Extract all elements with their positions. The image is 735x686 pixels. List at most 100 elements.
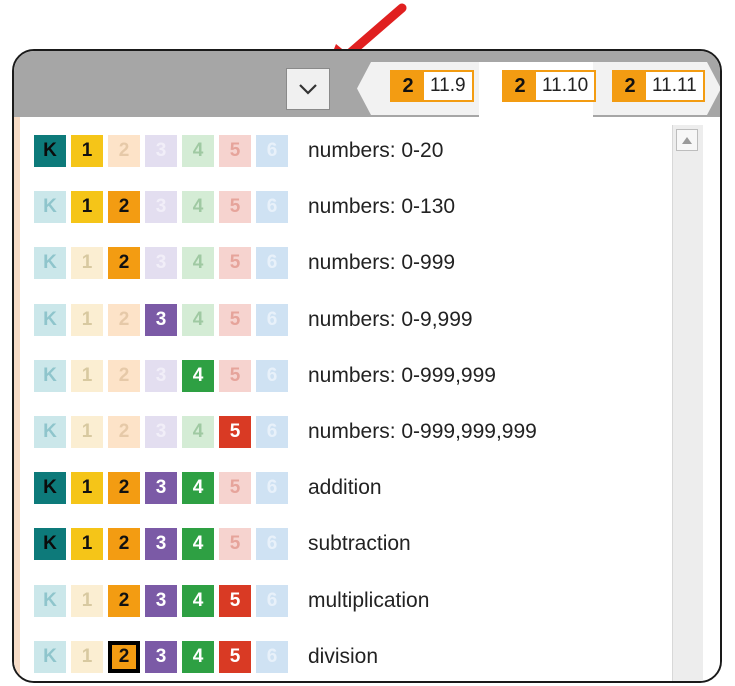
topic-label: division <box>308 645 379 668</box>
chip-grade: 2 <box>504 72 536 100</box>
grade-badge-2: 2 <box>108 641 140 673</box>
grade-badge-3: 3 <box>145 585 177 617</box>
grade-badge-3: 3 <box>145 247 177 279</box>
left-edge-stripe <box>14 117 20 681</box>
list-item[interactable]: K 1 2 3 4 5 6 subtraction <box>34 526 411 562</box>
grade-badge-k: K <box>34 135 66 167</box>
grade-badge-6: 6 <box>256 416 288 448</box>
list-item[interactable]: K 1 2 3 4 5 6 numbers: 0-20 <box>34 133 443 169</box>
dropdown-panel: 2 11.9 2 11.10 2 11.11 K 1 2 3 4 5 6 numbers: 0-20 K 1… <box>12 49 722 683</box>
topic-label: numbers: 0-999,999 <box>308 364 496 387</box>
grade-badge-3: 3 <box>145 416 177 448</box>
topic-label: numbers: 0-20 <box>308 139 444 162</box>
grade-badge-k: K <box>34 304 66 336</box>
grade-badges: K123456 <box>34 191 293 223</box>
grade-badges: K123456 <box>34 641 293 673</box>
chip-grade: 2 <box>392 72 424 100</box>
chip-label: 11.11 <box>652 75 697 96</box>
topic-label: addition <box>308 476 382 499</box>
grade-badge-5: 5 <box>219 528 251 560</box>
grade-badge-1: 1 <box>71 585 103 617</box>
grade-badge-6: 6 <box>256 528 288 560</box>
topic-label: subtraction <box>308 532 411 555</box>
list-item[interactable]: K 1 2 3 4 5 6 numbers: 0-999 <box>34 245 455 281</box>
grade-badge-5: 5 <box>219 304 251 336</box>
grade-badge-3: 3 <box>145 135 177 167</box>
grade-badges: K123456 <box>34 585 293 617</box>
grade-badge-2: 2 <box>108 191 140 223</box>
scroll-up-button[interactable] <box>676 129 698 151</box>
grade-badge-2: 2 <box>108 416 140 448</box>
list-item[interactable]: K 1 2 3 4 5 6 numbers: 0-999,999,999 <box>34 414 537 450</box>
grade-badge-4: 4 <box>182 585 214 617</box>
grade-badges: K123456 <box>34 304 293 336</box>
grade-badge-5: 5 <box>219 191 251 223</box>
grade-badge-2: 2 <box>108 304 140 336</box>
list-item[interactable]: K 1 2 3 4 5 6 division <box>34 639 378 675</box>
list-item[interactable]: K 1 2 3 4 5 6 numbers: 0-130 <box>34 189 455 225</box>
grade-badge-2: 2 <box>108 585 140 617</box>
section-chip[interactable]: 2 11.11 <box>612 70 705 102</box>
grade-badge-5: 5 <box>219 247 251 279</box>
toolbar: 2 11.9 2 11.10 2 11.11 <box>14 51 720 118</box>
grade-badge-3: 3 <box>145 528 177 560</box>
dropdown-toggle-button[interactable] <box>286 68 330 110</box>
grade-badge-6: 6 <box>256 135 288 167</box>
grade-badges: K123456 <box>34 360 293 392</box>
grade-badge-k: K <box>34 191 66 223</box>
grade-badge-1: 1 <box>71 135 103 167</box>
grade-badges: K123456 <box>34 135 293 167</box>
list-item[interactable]: K 1 2 3 4 5 6 numbers: 0-9,999 <box>34 302 473 338</box>
grade-badge-2: 2 <box>108 247 140 279</box>
grade-badge-1: 1 <box>71 416 103 448</box>
grade-badge-k: K <box>34 641 66 673</box>
grade-badge-5: 5 <box>219 585 251 617</box>
grade-badge-k: K <box>34 472 66 504</box>
topic-list: K 1 2 3 4 5 6 numbers: 0-20 K 1 2 3 4 5 6 numbers: 0-13… <box>14 117 720 681</box>
grade-badge-4: 4 <box>182 641 214 673</box>
chip-label: 11.10 <box>542 75 589 96</box>
grade-badge-6: 6 <box>256 641 288 673</box>
grade-badge-k: K <box>34 416 66 448</box>
grade-badge-6: 6 <box>256 191 288 223</box>
grade-badge-6: 6 <box>256 360 288 392</box>
section-chip[interactable]: 2 11.10 <box>502 70 597 102</box>
chevron-down-icon <box>299 84 317 95</box>
grade-badge-4: 4 <box>182 304 214 336</box>
grade-badges: K123456 <box>34 247 293 279</box>
grade-badge-4: 4 <box>182 360 214 392</box>
grade-badge-1: 1 <box>71 191 103 223</box>
topic-label: numbers: 0-9,999 <box>308 308 473 331</box>
grade-badge-3: 3 <box>145 191 177 223</box>
list-item[interactable]: K 1 2 3 4 5 6 multiplication <box>34 583 429 619</box>
topic-label: multiplication <box>308 589 430 612</box>
grade-badges: K123456 <box>34 416 293 448</box>
grade-badge-6: 6 <box>256 304 288 336</box>
list-item[interactable]: K 1 2 3 4 5 6 addition <box>34 470 382 506</box>
grade-badge-4: 4 <box>182 472 214 504</box>
grade-badge-2: 2 <box>108 528 140 560</box>
grade-badge-4: 4 <box>182 528 214 560</box>
grade-badge-5: 5 <box>219 135 251 167</box>
chip-grade: 2 <box>614 72 646 100</box>
topic-label: numbers: 0-130 <box>308 195 456 218</box>
chip-label: 11.9 <box>430 75 466 96</box>
grade-badge-1: 1 <box>71 304 103 336</box>
grade-badge-4: 4 <box>182 135 214 167</box>
grade-badge-k: K <box>34 528 66 560</box>
grade-badge-3: 3 <box>145 304 177 336</box>
grade-badge-3: 3 <box>145 641 177 673</box>
grade-badge-6: 6 <box>256 247 288 279</box>
grade-badge-5: 5 <box>219 472 251 504</box>
scrollbar-track[interactable] <box>672 125 703 681</box>
grade-badge-1: 1 <box>71 247 103 279</box>
grade-badge-k: K <box>34 360 66 392</box>
grade-badge-6: 6 <box>256 472 288 504</box>
grade-badge-2: 2 <box>108 472 140 504</box>
grade-badge-5: 5 <box>219 416 251 448</box>
section-chip[interactable]: 2 11.9 <box>390 70 474 102</box>
grade-badge-4: 4 <box>182 191 214 223</box>
list-item[interactable]: K 1 2 3 4 5 6 numbers: 0-999,999 <box>34 358 496 394</box>
scroll-up-arrow-icon <box>682 136 692 144</box>
grade-badges: K123456 <box>34 528 293 560</box>
